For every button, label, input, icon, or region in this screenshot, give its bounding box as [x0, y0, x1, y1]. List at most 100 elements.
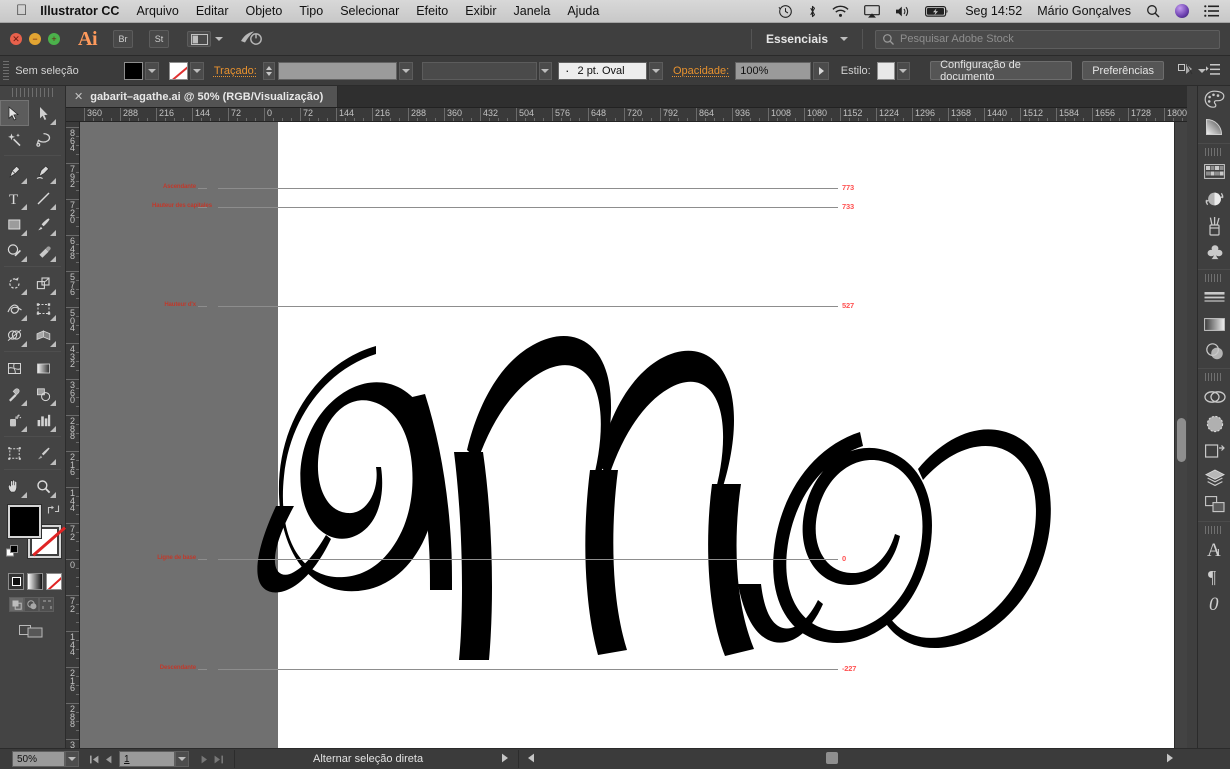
draw-behind-icon[interactable]: [24, 597, 39, 612]
selection-tool[interactable]: [0, 100, 29, 126]
horizontal-scrollbar[interactable]: [300, 748, 1180, 769]
opacity-flyout-button[interactable]: [813, 62, 828, 80]
airplay-icon[interactable]: [864, 5, 880, 18]
none-mode-icon[interactable]: [46, 573, 62, 590]
menu-ajuda[interactable]: Ajuda: [567, 4, 599, 18]
perspective-grid-tool[interactable]: [29, 322, 58, 348]
menu-app-name[interactable]: Illustrator CC: [40, 4, 119, 18]
default-fill-stroke-icon[interactable]: [6, 545, 19, 558]
color-panel-icon[interactable]: [1198, 86, 1230, 113]
vertical-scrollbar-thumb[interactable]: [1177, 418, 1186, 462]
menu-efeito[interactable]: Efeito: [416, 4, 448, 18]
battery-charging-icon[interactable]: [925, 5, 950, 18]
fill-swatch-dropdown[interactable]: [145, 62, 158, 80]
horizontal-ruler[interactable]: 360 288 216 144 72 0 72 144 216 288 360 432 504 576 64…: [66, 108, 1214, 122]
layers-panel-icon[interactable]: [1198, 464, 1230, 491]
graphic-style-dropdown[interactable]: [897, 62, 910, 80]
brushes-panel-icon[interactable]: [1198, 212, 1230, 239]
gradient-tool[interactable]: [29, 355, 58, 381]
time-machine-icon[interactable]: [778, 4, 793, 19]
curvature-tool[interactable]: [29, 159, 58, 185]
direct-selection-tool[interactable]: [29, 100, 58, 126]
lettering-artwork-amo[interactable]: [80, 122, 1214, 748]
column-graph-tool[interactable]: [29, 407, 58, 433]
menu-editar[interactable]: Editar: [196, 4, 229, 18]
gradient-panel-icon[interactable]: [1198, 113, 1230, 140]
vertical-scrollbar[interactable]: [1174, 122, 1187, 748]
mesh-tool[interactable]: [0, 355, 29, 381]
paragraph-panel-icon[interactable]: ¶: [1198, 563, 1230, 590]
blend-tool[interactable]: [29, 381, 58, 407]
first-page-icon[interactable]: [87, 751, 101, 767]
window-zoom-button[interactable]: +: [48, 33, 60, 45]
transparency-panel-icon[interactable]: [1198, 338, 1230, 365]
menu-selecionar[interactable]: Selecionar: [340, 4, 399, 18]
graphic-style-swatch[interactable]: [877, 62, 895, 80]
stroke-weight-dropdown[interactable]: [399, 62, 412, 80]
zoom-tool[interactable]: [29, 473, 58, 499]
bridge-button[interactable]: Br: [113, 30, 133, 48]
stroke-swatch[interactable]: [169, 62, 189, 80]
panel-group-grip-2[interactable]: [1205, 274, 1223, 282]
magic-wand-tool[interactable]: [0, 126, 29, 152]
menu-tipo[interactable]: Tipo: [299, 4, 323, 18]
control-bar-grip[interactable]: [3, 61, 9, 81]
window-close-button[interactable]: ✕: [10, 33, 22, 45]
artboards-panel-icon[interactable]: [1198, 491, 1230, 518]
zoom-level-dropdown[interactable]: [65, 751, 79, 767]
brush-definition-dropdown[interactable]: [649, 62, 662, 80]
gradient-mode-icon[interactable]: [27, 573, 43, 590]
document-tab[interactable]: ✕ gabarit–agathe.ai @ 50% (RGB/Visualiza…: [66, 86, 338, 107]
glyphs-panel-icon[interactable]: 0: [1198, 590, 1230, 617]
notification-center-icon[interactable]: [1204, 5, 1219, 17]
eraser-tool[interactable]: [29, 237, 58, 263]
color-guide-panel-icon[interactable]: [1198, 185, 1230, 212]
transform-panel-icon[interactable]: [1198, 437, 1230, 464]
menubar-username[interactable]: Mário Gonçalves: [1037, 4, 1131, 18]
line-segment-tool[interactable]: [29, 185, 58, 211]
next-page-icon[interactable]: [197, 751, 211, 767]
canvas-area[interactable]: Ascendante 773 Hauteur des capitales 733 Hau…: [80, 122, 1214, 748]
bluetooth-icon[interactable]: [808, 4, 817, 19]
window-minimize-button[interactable]: −: [29, 33, 41, 45]
guide-line[interactable]: [218, 306, 838, 307]
menu-exibir[interactable]: Exibir: [465, 4, 496, 18]
stroke-label[interactable]: Traçado:: [214, 65, 257, 77]
spotlight-search-icon[interactable]: [1146, 4, 1160, 18]
slice-tool[interactable]: [29, 440, 58, 466]
workspace-switcher-label[interactable]: Essenciais: [766, 32, 828, 46]
previous-page-icon[interactable]: [101, 751, 115, 767]
eyedropper-tool[interactable]: [0, 381, 29, 407]
lasso-tool[interactable]: [29, 126, 58, 152]
align-to-icon[interactable]: [1178, 63, 1194, 79]
variable-width-profile-field[interactable]: [422, 62, 537, 80]
menubar-clock[interactable]: Seg 14:52: [965, 4, 1022, 18]
guide-line[interactable]: [218, 207, 838, 208]
draw-normal-icon[interactable]: [9, 597, 24, 612]
symbols-panel-icon[interactable]: [1198, 239, 1230, 266]
stroke-swatch-dropdown[interactable]: [190, 62, 203, 80]
pathfinder-panel-icon[interactable]: [1198, 383, 1230, 410]
guide-line[interactable]: [218, 188, 838, 189]
free-transform-tool[interactable]: [29, 296, 58, 322]
draw-inside-icon[interactable]: [39, 597, 54, 612]
artboard-number-input[interactable]: 1: [119, 751, 175, 767]
scale-tool[interactable]: [29, 270, 58, 296]
gradient-bar-panel-icon[interactable]: [1198, 311, 1230, 338]
menu-janela[interactable]: Janela: [514, 4, 551, 18]
artboard-tool[interactable]: [0, 440, 29, 466]
rectangle-tool[interactable]: [0, 211, 29, 237]
vertical-ruler[interactable]: 864 792 720 648 576 504 432 360 288 216 144 72 0 72 14…: [66, 122, 80, 748]
pen-tool[interactable]: [0, 159, 29, 185]
panel-group-grip-3[interactable]: [1205, 373, 1223, 381]
stock-button[interactable]: St: [149, 30, 169, 48]
guide-line[interactable]: [218, 669, 838, 670]
stroke-panel-icon[interactable]: [1198, 284, 1230, 311]
artboard-number-dropdown[interactable]: [175, 751, 189, 767]
shape-builder-tool[interactable]: [0, 322, 29, 348]
panel-group-grip[interactable]: [1205, 148, 1223, 156]
arrange-documents-icon[interactable]: [187, 31, 211, 47]
swatches-panel-icon[interactable]: [1198, 158, 1230, 185]
opacity-label[interactable]: Opacidade:: [673, 65, 729, 77]
volume-icon[interactable]: [895, 5, 910, 18]
